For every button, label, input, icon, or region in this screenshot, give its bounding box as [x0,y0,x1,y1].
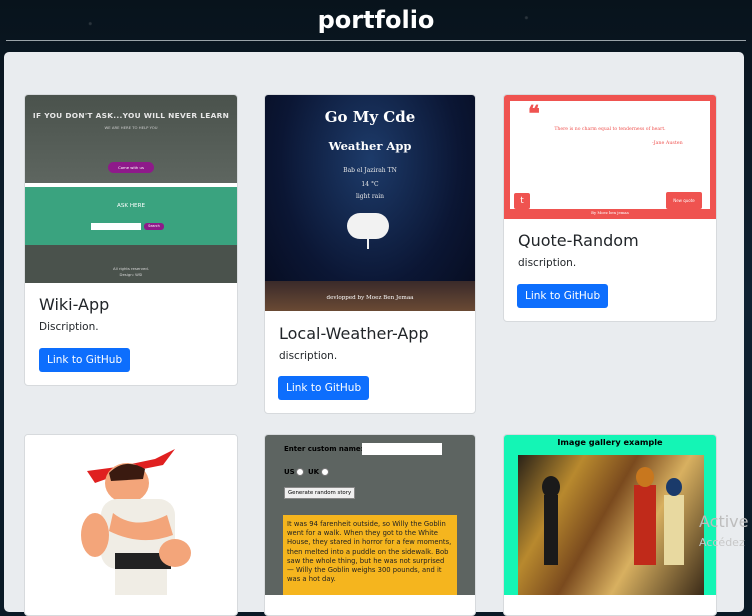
github-link-button[interactable]: Link to GitHub [278,376,370,400]
header: portfolio [0,0,752,40]
portfolio-panel: IF YOU DON'T ASK...YOU WILL NEVER LEARN … [4,52,744,616]
story-output: It was 94 farenheit outside, so Willy th… [283,515,457,595]
card-description: discription. [518,257,577,269]
twitter-icon: t [514,193,530,209]
card-description: discription. [279,350,338,362]
project-card-wiki: IF YOU DON'T ASK...YOU WILL NEVER LEARN … [24,94,238,386]
card-title: Quote-Random [518,231,639,250]
github-link-button[interactable]: Link to GitHub [39,348,131,372]
quote-mark-icon: ❝ [528,101,540,127]
egyptian-figures-icon [542,467,684,565]
project-card-quote: ❝ There is no charm equal to tenderness … [503,94,717,322]
project-card-story: Enter custom name: US UK Generate random… [264,434,476,616]
card-body: Wiki-App Discription. [39,295,109,333]
us-radio [296,468,304,476]
card-description: Discription. [39,321,99,333]
project-card-fighter [24,434,238,616]
uk-radio [321,468,329,476]
card-title: Wiki-App [39,295,110,314]
card-title: Local-Weather-App [279,324,429,343]
github-link-button[interactable]: Link to GitHub [517,284,609,308]
fighter-sprite-image [25,435,237,595]
fighter-sprite-icon [81,449,191,595]
weather-app-screenshot: Go My Cde Weather App Bab el Jazirah TN … [265,95,475,311]
project-card-gallery: Image gallery example [503,434,717,616]
wiki-search-field [91,223,141,230]
story-generator-screenshot: Enter custom name: US UK Generate random… [265,435,475,595]
custom-name-input [362,443,442,455]
wiki-banner-text: IF YOU DON'T ASK...YOU WILL NEVER LEARN [32,111,230,120]
activation-watermark-sub: Accédez [699,536,745,549]
rain-cloud-icon [347,213,389,239]
wiki-cta-button: Come with us [108,162,154,173]
wiki-app-screenshot: IF YOU DON'T ASK...YOU WILL NEVER LEARN … [25,95,237,283]
activation-watermark: Active [699,512,749,531]
header-divider [6,40,746,41]
card-body: Quote-Random discription. [518,231,639,269]
image-gallery-screenshot: Image gallery example [504,435,716,595]
card-body: Local-Weather-App discription. [279,324,429,362]
project-card-weather: Go My Cde Weather App Bab el Jazirah TN … [264,94,476,414]
quote-app-screenshot: ❝ There is no charm equal to tenderness … [504,95,716,219]
page-title: portfolio [317,6,435,34]
